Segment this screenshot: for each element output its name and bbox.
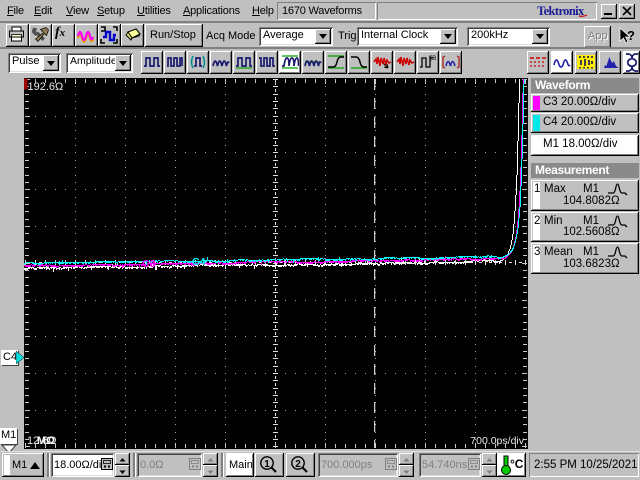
svg-text:C3: C3 (142, 258, 156, 270)
svg-text:Tektronix: Tektronix (537, 4, 585, 18)
svg-text:192.6Ω: 192.6Ω (28, 81, 64, 93)
svg-text:2: 2 (295, 459, 301, 470)
svg-text:C4: C4 (192, 256, 206, 268)
svg-text:MΩ: MΩ (37, 435, 55, 447)
svg-text:700.0ps/div: 700.0ps/div (470, 435, 524, 447)
svg-text:°C: °C (510, 457, 524, 471)
svg-text:1: 1 (264, 459, 270, 470)
svg-text:?: ? (627, 28, 635, 43)
